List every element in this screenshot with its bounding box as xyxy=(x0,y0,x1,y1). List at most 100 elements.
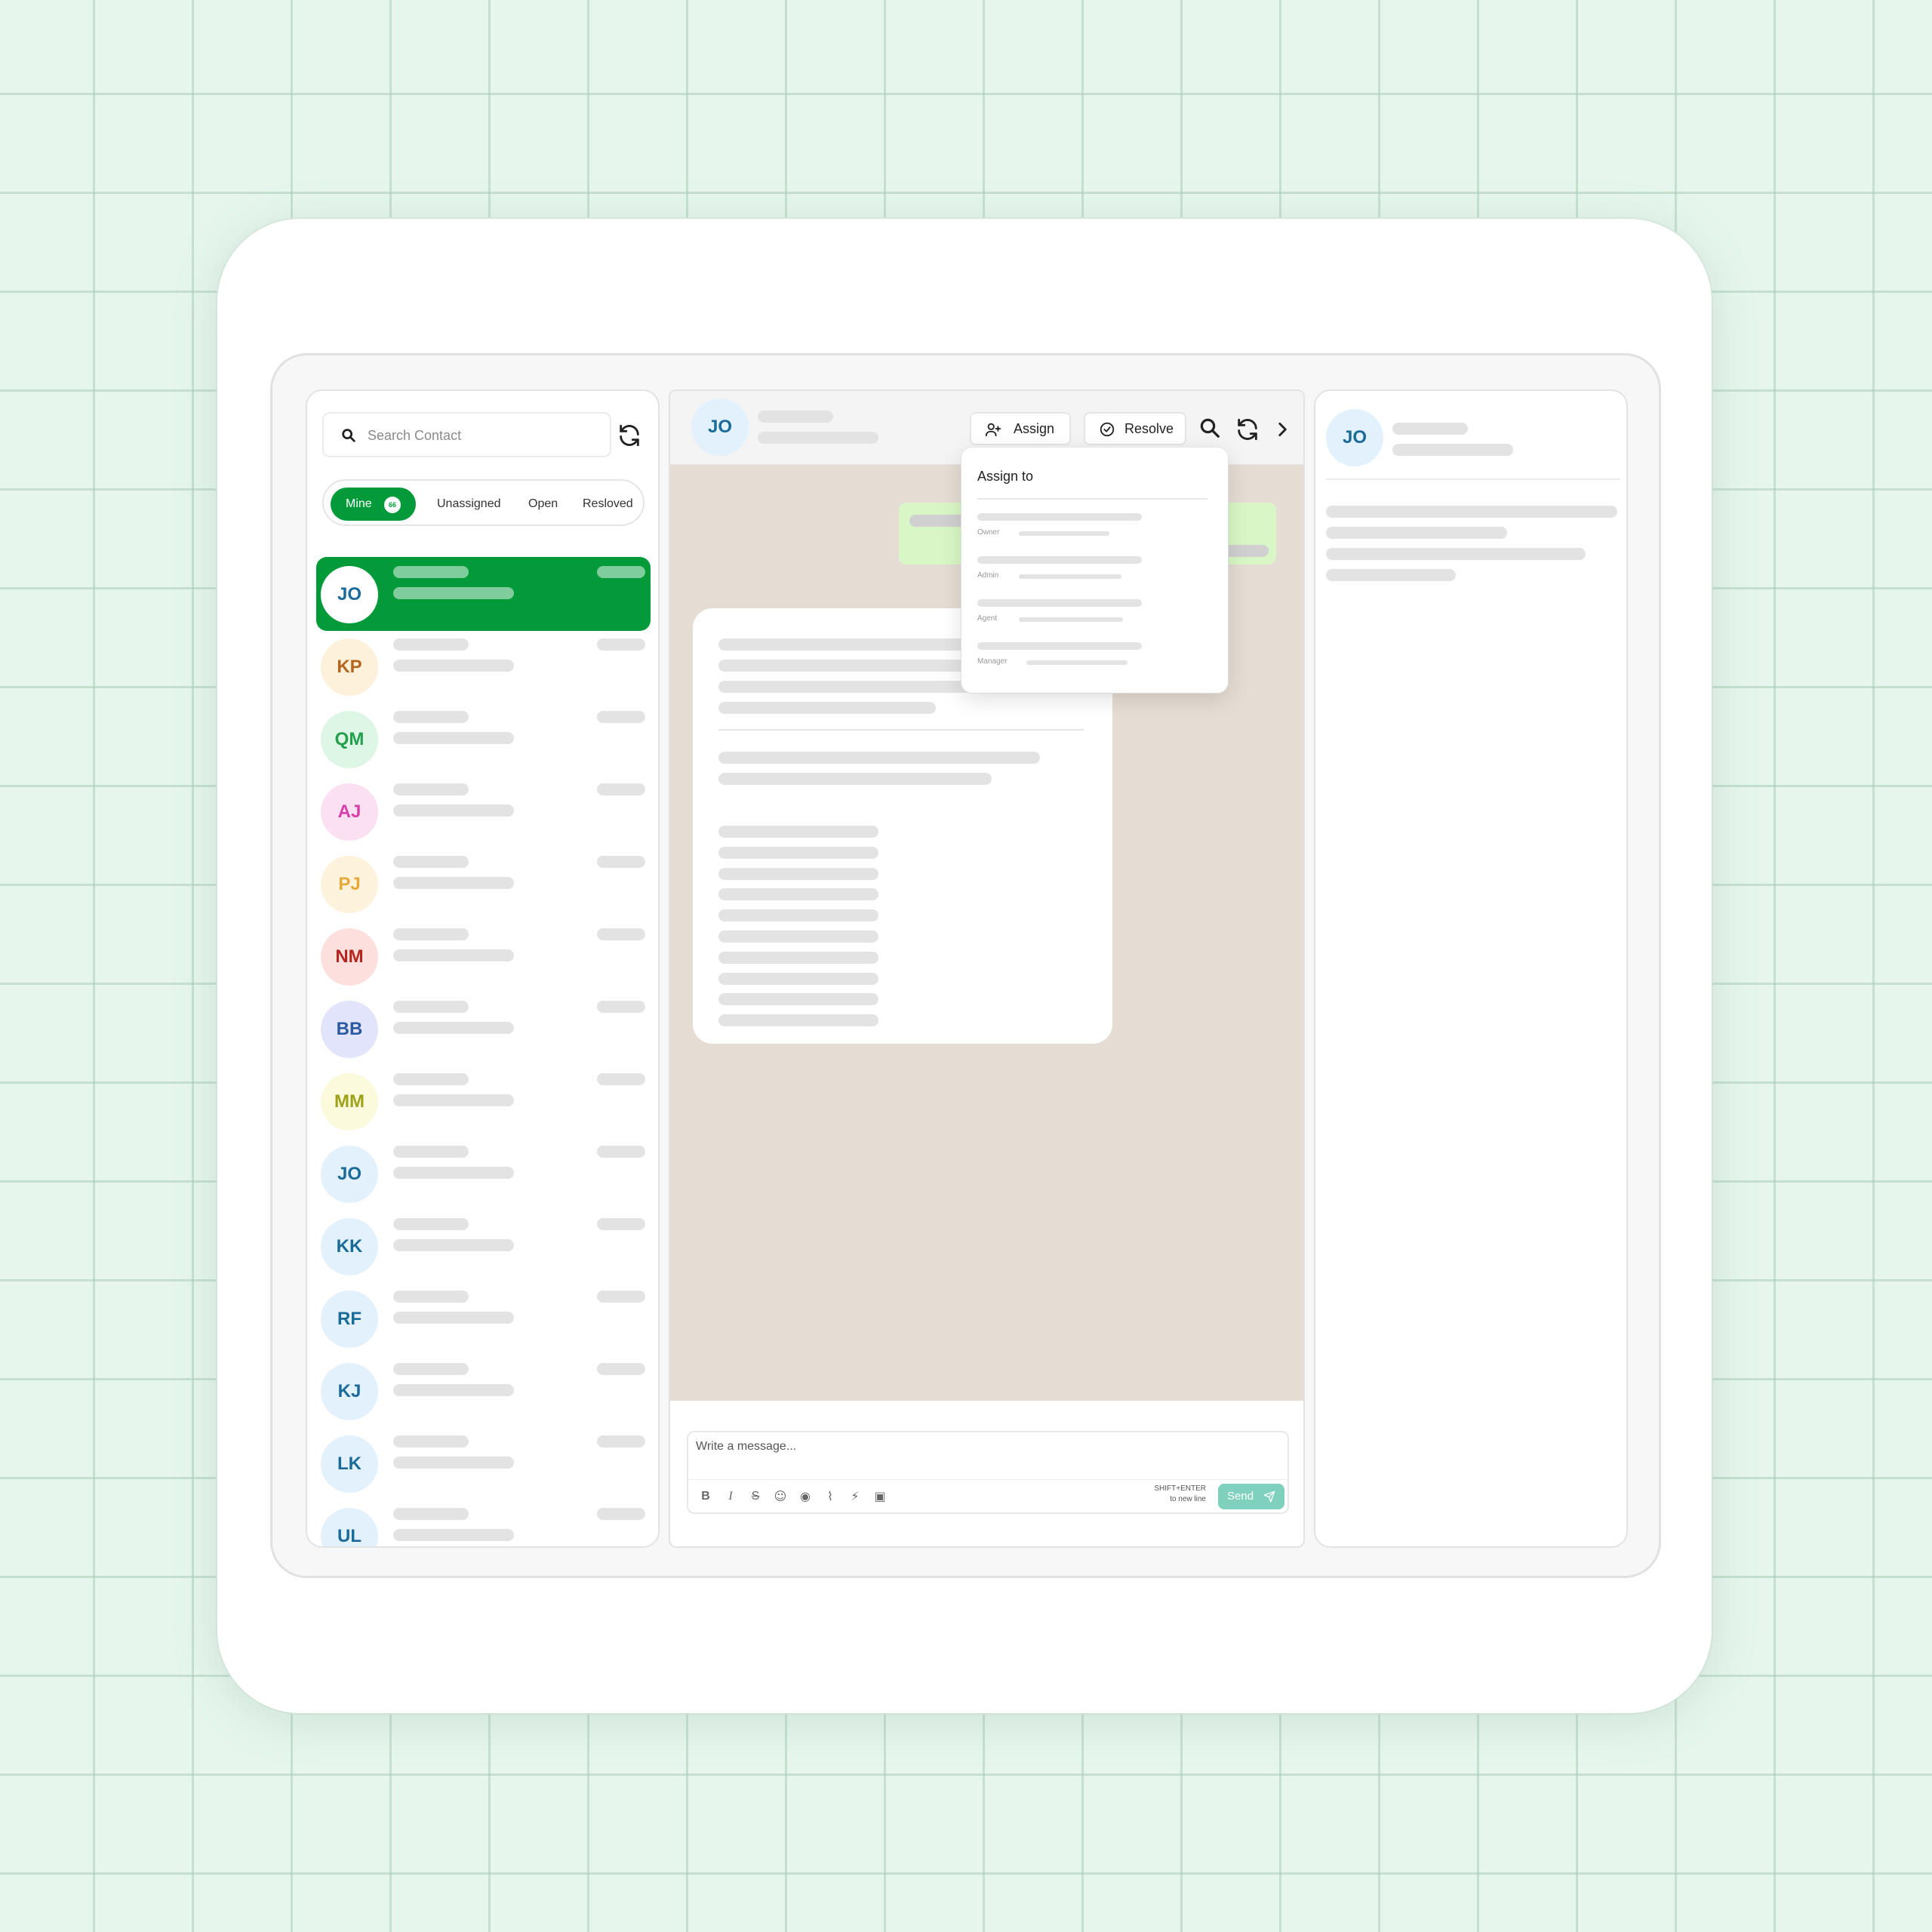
assign-option-agent[interactable]: Agent xyxy=(961,599,1228,637)
message-list-line xyxy=(718,951,878,964)
resolve-label: Resolve xyxy=(1124,421,1174,436)
details-divider xyxy=(1326,478,1620,480)
contact-list-item[interactable]: UL xyxy=(316,1499,651,1546)
contact-list-item[interactable]: JO xyxy=(316,1137,651,1211)
contact-list-item[interactable]: JO xyxy=(316,557,651,631)
contact-avatar: LK xyxy=(321,1435,378,1493)
message-text-placeholder xyxy=(909,515,970,527)
composer-divider xyxy=(688,1479,1287,1480)
contact-name-placeholder xyxy=(393,1146,469,1158)
contact-list-item[interactable]: QM xyxy=(316,702,651,776)
message-composer: B I S ☺ ◉ ⌇ ⚡ ▣ SHIFT+ENTER to new line … xyxy=(687,1431,1289,1514)
refresh-icon[interactable] xyxy=(1235,417,1260,442)
assign-button[interactable]: Assign xyxy=(970,412,1071,445)
shortcut-hint-line1: SHIFT+ENTER xyxy=(1154,1484,1206,1493)
contact-list-item[interactable]: MM xyxy=(316,1064,651,1138)
contact-preview-placeholder xyxy=(393,1239,514,1251)
contact-list-item[interactable]: BB xyxy=(316,992,651,1066)
contact-name-placeholder xyxy=(393,711,469,723)
assign-dropdown: Assign to Owner Admin Agent Manager xyxy=(961,448,1228,693)
contact-avatar: KJ xyxy=(321,1363,378,1420)
message-list-line xyxy=(718,993,878,1006)
contact-preview-placeholder xyxy=(393,1457,514,1469)
filter-open[interactable]: Open xyxy=(528,488,558,521)
filter-mine[interactable]: Mine 66 xyxy=(331,488,416,521)
attachment-icon[interactable]: ⌇ xyxy=(822,1488,838,1505)
contact-preview-placeholder xyxy=(393,877,514,889)
role-label: Agent xyxy=(977,614,998,623)
contact-time-placeholder xyxy=(597,1508,645,1520)
contact-preview-placeholder xyxy=(393,1167,514,1179)
resolve-button[interactable]: Resolve xyxy=(1084,412,1186,445)
send-button[interactable]: Send xyxy=(1218,1484,1284,1509)
contact-list-item[interactable]: KK xyxy=(316,1209,651,1283)
italic-icon[interactable]: I xyxy=(722,1488,739,1505)
contact-preview-placeholder xyxy=(393,804,514,817)
search-input[interactable] xyxy=(368,421,601,450)
option-name-placeholder xyxy=(977,513,1142,521)
contact-list-item[interactable]: PJ xyxy=(316,847,651,921)
option-detail-placeholder xyxy=(1019,617,1123,622)
send-label: Send xyxy=(1227,1490,1254,1503)
lightning-icon[interactable]: ⚡ xyxy=(847,1488,863,1505)
assign-dropdown-divider xyxy=(977,498,1208,500)
send-icon xyxy=(1263,1491,1275,1503)
contact-avatar: JO xyxy=(321,1146,378,1203)
details-line xyxy=(1326,548,1586,560)
assign-option-owner[interactable]: Owner xyxy=(961,513,1228,551)
contact-avatar: NM xyxy=(321,928,378,986)
contact-list-item[interactable]: KJ xyxy=(316,1354,651,1428)
shortcut-hint-line2: to new line xyxy=(1170,1495,1206,1503)
details-avatar: JO xyxy=(1326,409,1383,466)
contact-preview-placeholder xyxy=(393,949,514,961)
assign-option-manager[interactable]: Manager xyxy=(961,642,1228,680)
strikethrough-icon[interactable]: S xyxy=(747,1488,764,1505)
message-list-line xyxy=(718,826,878,838)
assign-option-admin[interactable]: Admin xyxy=(961,556,1228,594)
message-list-line xyxy=(718,931,878,943)
contact-list-item[interactable]: AJ xyxy=(316,774,651,848)
contact-avatar: AJ xyxy=(321,783,378,841)
quick-reply-icon[interactable]: ▣ xyxy=(872,1488,888,1505)
option-name-placeholder xyxy=(977,642,1142,650)
contact-time-placeholder xyxy=(597,783,645,795)
contact-list-item[interactable]: KP xyxy=(316,629,651,703)
contact-time-placeholder xyxy=(597,1218,645,1230)
conversation-filters: Mine 66 Unassigned Open Resloved xyxy=(322,479,645,526)
contact-time-placeholder xyxy=(597,638,645,651)
role-label: Manager xyxy=(977,657,1008,666)
message-line xyxy=(718,702,936,714)
mine-count-badge: 66 xyxy=(384,497,401,513)
contact-preview-placeholder xyxy=(393,1094,514,1106)
contact-time-placeholder xyxy=(597,928,645,940)
details-name-placeholder xyxy=(1392,423,1468,435)
emoji-icon[interactable]: ☺ xyxy=(772,1488,789,1505)
contact-preview-placeholder xyxy=(393,660,514,672)
search-icon[interactable] xyxy=(1198,417,1221,439)
filter-unassigned[interactable]: Unassigned xyxy=(437,488,501,521)
details-line xyxy=(1326,569,1456,581)
refresh-icon[interactable] xyxy=(617,423,642,448)
contact-preview-placeholder xyxy=(393,732,514,744)
contact-avatar: BB xyxy=(321,1001,378,1058)
assign-label: Assign xyxy=(1014,421,1055,436)
contact-avatar: QM xyxy=(321,711,378,768)
bold-icon[interactable]: B xyxy=(697,1488,714,1505)
contact-phone-placeholder xyxy=(758,432,878,444)
shortcut-hint: SHIFT+ENTER to new line xyxy=(1154,1484,1206,1505)
contact-time-placeholder xyxy=(597,856,645,868)
contact-avatar: JO xyxy=(321,566,378,623)
contact-list-item[interactable]: RF xyxy=(316,1281,651,1355)
eye-icon[interactable]: ◉ xyxy=(797,1488,814,1505)
filter-resolved[interactable]: Resloved xyxy=(583,488,633,521)
contact-preview-placeholder xyxy=(393,1312,514,1324)
message-input[interactable] xyxy=(688,1432,1287,1478)
chevron-right-icon[interactable] xyxy=(1272,420,1292,439)
message-list-line xyxy=(718,1014,878,1027)
message-line xyxy=(718,752,1040,764)
contact-details-panel: JO xyxy=(1314,389,1628,1548)
contact-preview-placeholder xyxy=(393,1022,514,1034)
option-name-placeholder xyxy=(977,599,1142,607)
contact-list-item[interactable]: NM xyxy=(316,919,651,993)
contact-list-item[interactable]: LK xyxy=(316,1426,651,1500)
